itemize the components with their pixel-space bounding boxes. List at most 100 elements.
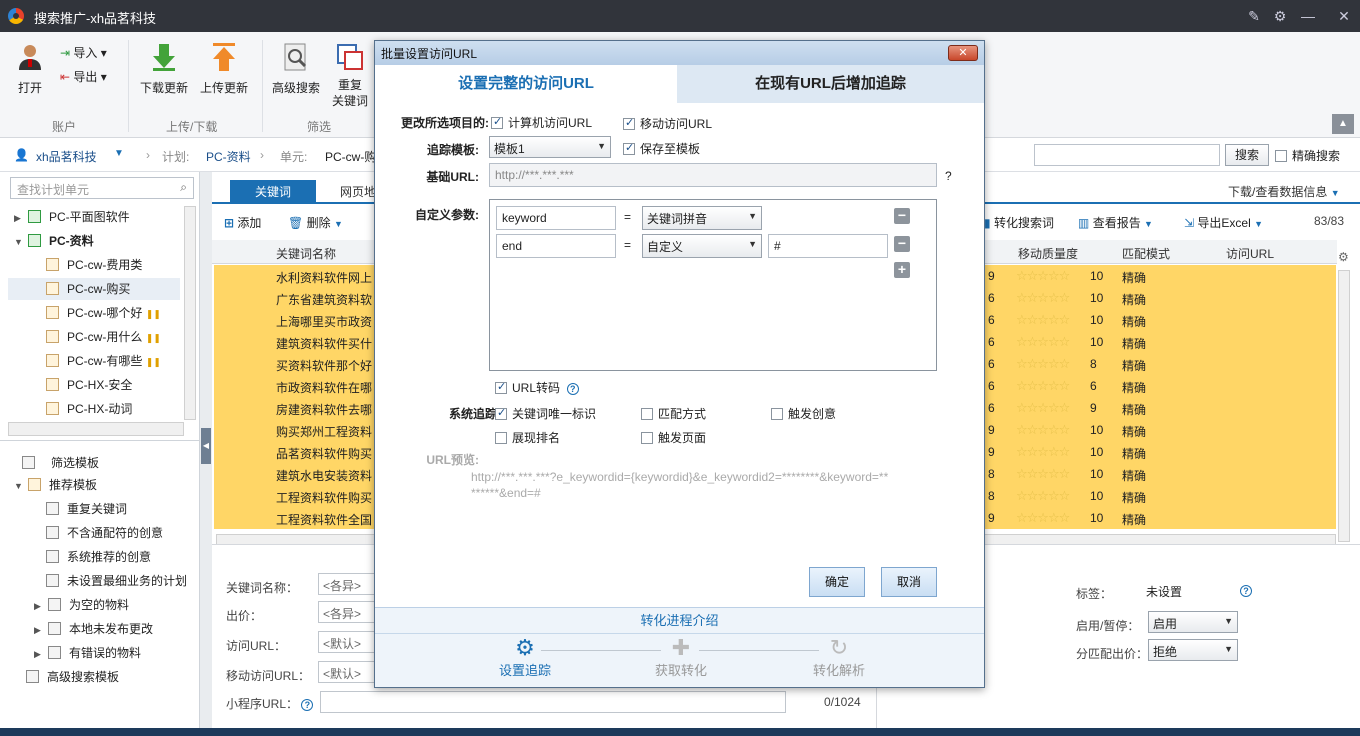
url-field[interactable]: <默认>	[318, 631, 378, 653]
recommend-item[interactable]: ▶ 为空的物料	[34, 594, 129, 616]
expand-icon[interactable]: ▶	[14, 207, 24, 229]
mobile-url-checkbox[interactable]: 移动访问URL	[623, 115, 712, 132]
open-button[interactable]: 打开	[10, 42, 50, 96]
expand-icon[interactable]: ▶	[34, 595, 44, 617]
breadcrumb-unit[interactable]: PC-cw-购	[325, 148, 376, 165]
plan-label: 计划:	[162, 150, 190, 164]
close-icon[interactable]: ✕	[1334, 6, 1354, 26]
tree-item-plan[interactable]: ▼ PC-资料	[14, 230, 94, 252]
maximize-icon[interactable]	[1306, 6, 1326, 26]
plan-search-input[interactable]: 查找计划单元 ⌕	[10, 177, 194, 199]
upload-update-button[interactable]: 上传更新	[196, 42, 252, 96]
cancel-button[interactable]: 取消	[881, 567, 937, 597]
settings-icon[interactable]: ⚙	[1270, 6, 1290, 26]
collapse-icon[interactable]: ▼	[14, 475, 24, 497]
help-icon[interactable]: ?	[566, 383, 579, 395]
tab-append-tracking[interactable]: 在现有URL后增加追踪	[677, 65, 984, 103]
base-url-input[interactable]: http://***.***.***	[489, 163, 937, 187]
param-name-input[interactable]: keyword	[496, 206, 616, 230]
track-rank-checkbox[interactable]: 展现排名	[495, 429, 560, 446]
tree-item-unit-selected[interactable]: PC-cw-购买	[8, 278, 180, 300]
expand-icon[interactable]: ▶	[34, 619, 44, 641]
recommend-item[interactable]: ▶ 本地未发布更改	[34, 618, 153, 640]
advanced-search-button[interactable]: 高级搜索	[268, 42, 324, 96]
add-button[interactable]: ⊞ 添加	[224, 214, 261, 231]
recommend-item[interactable]: ▶ 有错误的物料	[34, 642, 141, 664]
param-type-select[interactable]: 自定义	[642, 234, 762, 258]
tree-item-unit[interactable]: PC-cw-用什么 ❚❚	[46, 326, 161, 348]
cell-mobile-quality: 10	[1090, 269, 1104, 283]
dialog-close-button[interactable]: ✕	[948, 45, 978, 61]
mobile-url-field[interactable]: <默认>	[318, 661, 378, 683]
search-button[interactable]: 搜索	[1225, 144, 1269, 166]
filter-template-item[interactable]: 筛选模板	[22, 452, 99, 474]
col-visit-url[interactable]: 访问URL	[1226, 245, 1274, 262]
template-select[interactable]: 模板1	[489, 136, 611, 158]
recommend-template-item[interactable]: ▼ 推荐模板	[14, 474, 97, 496]
download-data-link[interactable]: 下载/查看数据信息 ▼	[1228, 180, 1340, 204]
download-update-button[interactable]: 下载更新	[136, 42, 192, 96]
edit-icon[interactable]: ✎	[1244, 6, 1264, 26]
expand-icon[interactable]: ▶	[34, 643, 44, 665]
kw-name-field[interactable]: <各异>	[318, 573, 378, 595]
recommend-item[interactable]: 不含通配符的创意	[46, 522, 163, 544]
track-match-checkbox[interactable]: 匹配方式	[641, 405, 706, 422]
tab-webpage[interactable]: 网页地	[340, 180, 376, 204]
split-bid-select[interactable]: 拒绝	[1148, 639, 1238, 661]
advanced-template-item[interactable]: 高级搜索模板	[26, 666, 119, 688]
param-name-input[interactable]: end	[496, 234, 616, 258]
track-page-checkbox[interactable]: 触发页面	[641, 429, 706, 446]
help-icon[interactable]: ?	[301, 699, 314, 711]
base-url-help[interactable]: ?	[945, 169, 952, 183]
recommend-item[interactable]: 未设置最细业务的计划	[46, 570, 187, 592]
tab-full-url[interactable]: 设置完整的访问URL	[375, 65, 677, 103]
grid-vscrollbar[interactable]	[1338, 270, 1350, 542]
global-search-input[interactable]	[1034, 144, 1220, 166]
param-value-input[interactable]: #	[768, 234, 888, 258]
tree-item-unit[interactable]: PC-cw-哪个好 ❚❚	[46, 302, 161, 324]
collapse-ribbon-icon[interactable]: ▲	[1332, 114, 1354, 134]
tree-vscrollbar[interactable]	[184, 206, 196, 420]
save-template-checkbox[interactable]: 保存至模板	[623, 140, 700, 157]
track-creative-checkbox[interactable]: 触发创意	[771, 405, 836, 422]
mini-url-field[interactable]	[320, 691, 786, 713]
export-excel-button[interactable]: ⇲ 导出Excel ▼	[1184, 214, 1263, 231]
tree-item-unit[interactable]: PC-HX-动词	[46, 398, 132, 420]
export-button[interactable]: ⇤ 导出 ▾	[60, 68, 107, 85]
param-type-select[interactable]: 关键词拼音	[642, 206, 762, 230]
tree-hscrollbar[interactable]	[8, 422, 184, 436]
delete-button[interactable]: 🗑 删除 ▼	[288, 214, 343, 231]
ok-button[interactable]: 确定	[809, 567, 865, 597]
remove-param-icon[interactable]: −	[894, 236, 910, 252]
convert-search-button[interactable]: ▮ 转化搜索词	[984, 214, 1054, 231]
add-param-icon[interactable]: +	[894, 262, 910, 278]
exact-search-checkbox[interactable]: 精确搜索	[1275, 147, 1340, 164]
repeat-keyword-button[interactable]: 重复 关键词	[328, 42, 372, 109]
col-match-mode[interactable]: 匹配模式	[1122, 245, 1170, 262]
chevron-down-icon[interactable]: ▼	[114, 148, 124, 159]
tree-item-unit[interactable]: PC-HX-安全	[46, 374, 132, 396]
tree-item-unit[interactable]: PC-cw-有哪些 ❚❚	[46, 350, 161, 372]
collapse-left-icon[interactable]: ◀	[201, 428, 211, 464]
account-selector[interactable]: xh品茗科技	[36, 148, 97, 165]
pc-url-checkbox[interactable]: 计算机访问URL	[491, 114, 592, 131]
tree-item-unit[interactable]: PC-cw-费用类	[46, 254, 142, 276]
breadcrumb-plan[interactable]: PC-资料	[206, 148, 251, 165]
col-mobile-quality[interactable]: 移动质量度	[1018, 245, 1078, 262]
panel-splitter[interactable]: ◀	[200, 172, 212, 728]
collapse-icon[interactable]: ▼	[14, 231, 24, 253]
remove-param-icon[interactable]: −	[894, 208, 910, 224]
import-button[interactable]: ⇥ 导入 ▾	[60, 44, 107, 61]
tab-keyword[interactable]: 关键词	[230, 180, 316, 204]
enable-select[interactable]: 启用	[1148, 611, 1238, 633]
col-keyword[interactable]: 关键词名称	[276, 245, 336, 262]
url-encode-checkbox[interactable]: URL转码 ?	[495, 379, 579, 396]
view-report-button[interactable]: ▥ 查看报告 ▼	[1078, 214, 1153, 231]
help-icon[interactable]: ?	[1240, 585, 1252, 597]
bid-field[interactable]: <各异>	[318, 601, 378, 623]
recommend-item[interactable]: 系统推荐的创意	[46, 546, 151, 568]
tree-item-plan[interactable]: ▶ PC-平面图软件	[14, 206, 130, 228]
track-kwid-checkbox[interactable]: 关键词唯一标识	[495, 405, 596, 422]
grid-settings-icon[interactable]: ⚙	[1338, 250, 1349, 264]
recommend-item[interactable]: 重复关键词	[46, 498, 127, 520]
